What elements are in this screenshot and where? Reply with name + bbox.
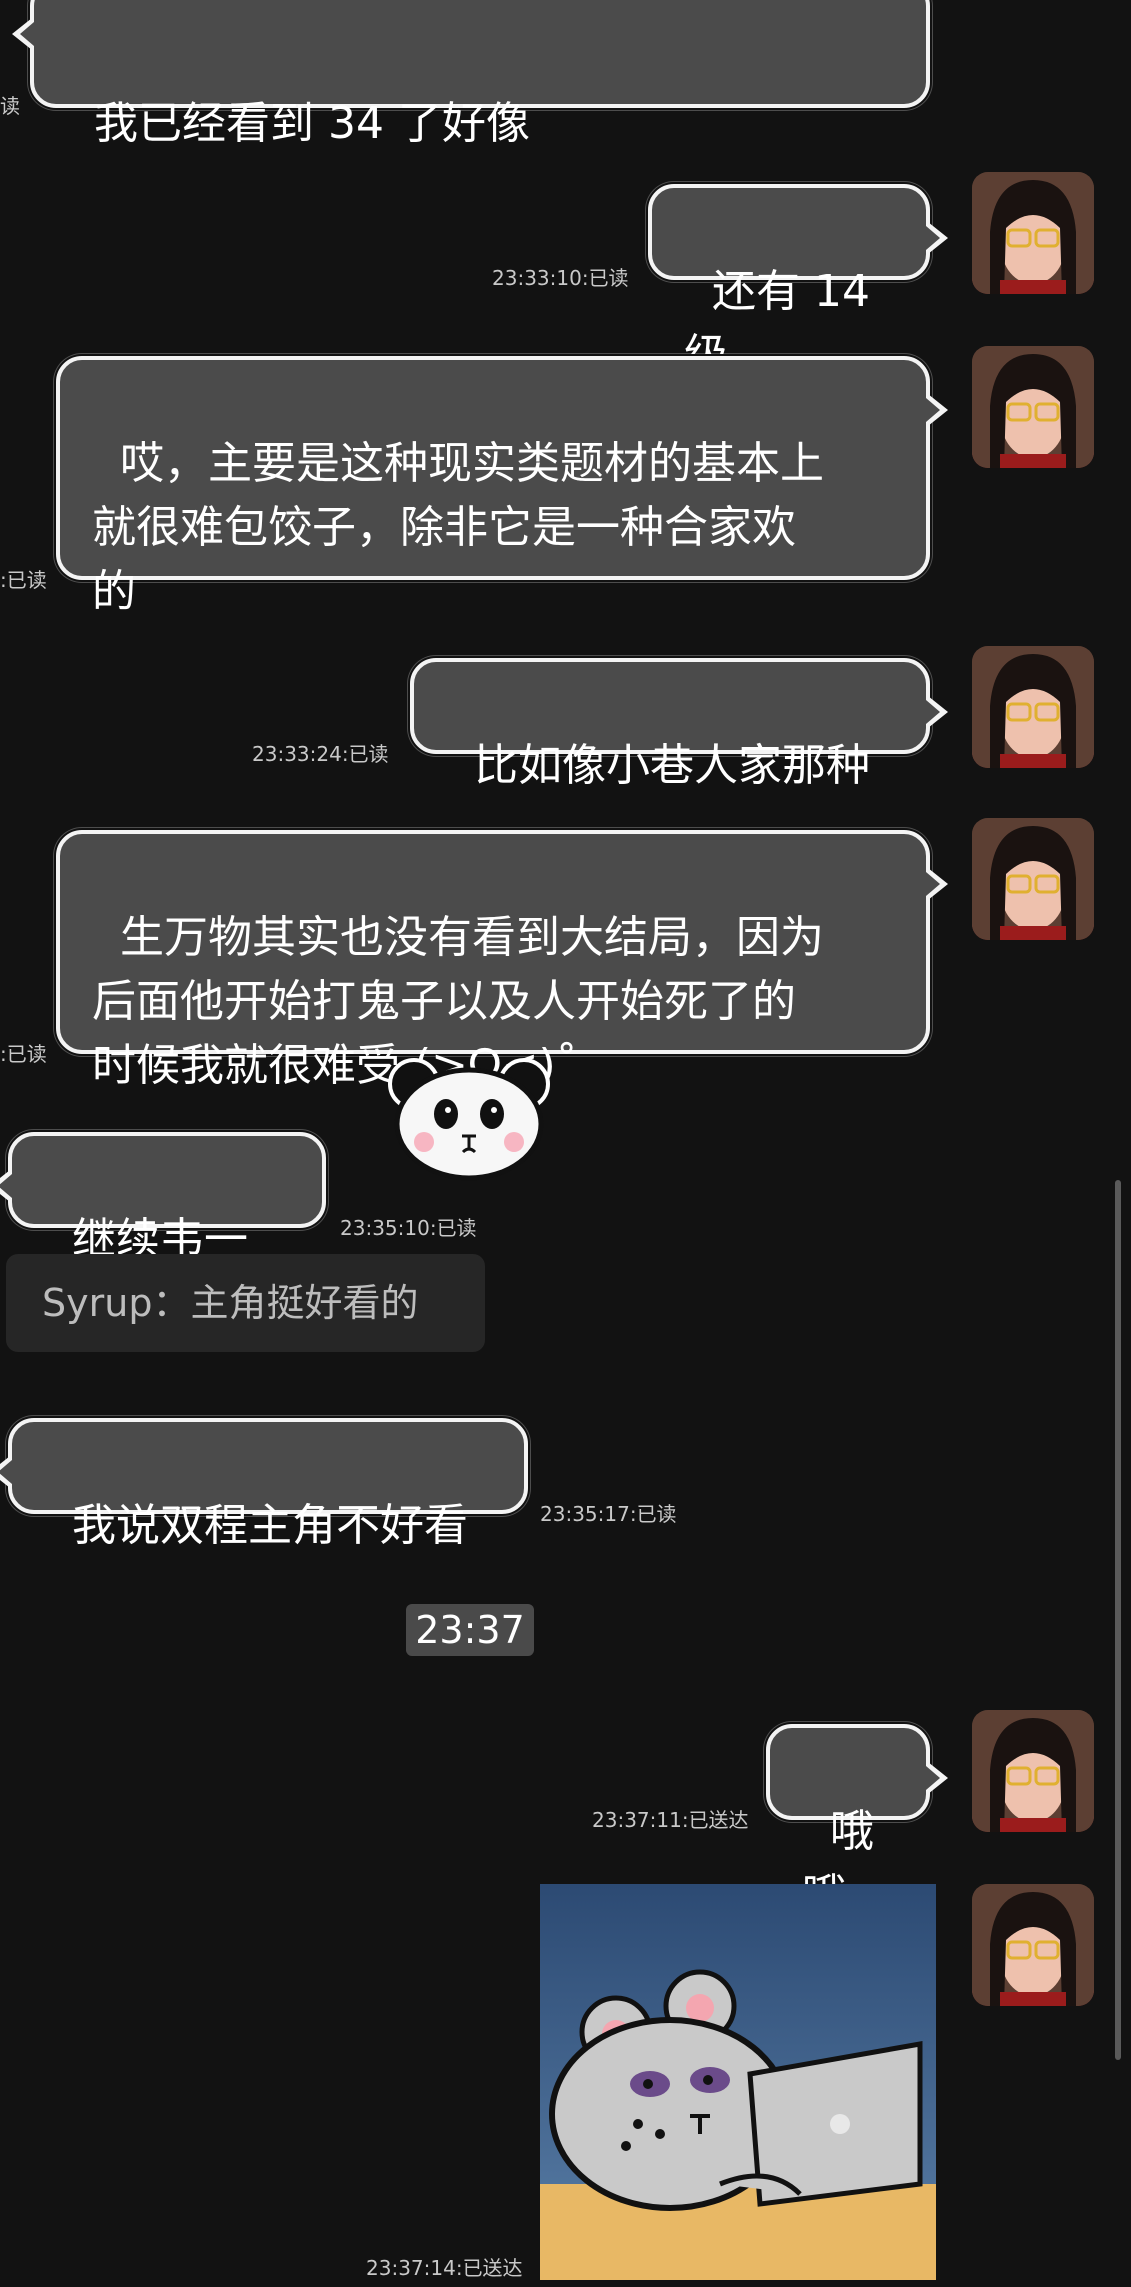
message-bubble[interactable]: 我说双程主角不好看 — [0, 1418, 528, 1551]
avatar-photo-icon — [972, 818, 1094, 940]
mouse-laptop-sticker-icon — [540, 1884, 936, 2280]
message-bubble[interactable]: 还有 14 级 — [648, 184, 948, 381]
image-message[interactable] — [540, 1884, 936, 2280]
scrollbar[interactable] — [1115, 1180, 1121, 2060]
avatar-photo-icon — [972, 346, 1094, 468]
avatar-photo-icon — [972, 1710, 1094, 1832]
avatar-photo-icon — [972, 646, 1094, 768]
message-text: 我说双程主角不好看 — [71, 1500, 468, 1551]
message-timestamp: 23:35:10:已读 — [340, 1216, 477, 1240]
quoted-message[interactable]: Syrup：主角挺好看的 — [6, 1254, 485, 1352]
read-status: 读 — [0, 94, 20, 118]
message-timestamp: 23:33:24:已读 — [252, 742, 389, 766]
panda-sticker-icon — [384, 1052, 554, 1182]
message-text: 哎，主要是这种现实类题材的基本上 就很难包饺子，除非它是一种合家欢 的 — [92, 438, 824, 617]
message-timestamp: 23:35:17:已读 — [540, 1502, 677, 1526]
avatar[interactable] — [972, 1710, 1094, 1832]
read-status: :已读 — [0, 568, 47, 592]
message-bubble[interactable]: 哎，主要是这种现实类题材的基本上 就很难包饺子，除非它是一种合家欢 的 — [56, 356, 948, 617]
message-bubble[interactable]: 比如像小巷人家那种 — [410, 658, 948, 791]
message-timestamp: 23:37:14:已送达 — [366, 2256, 523, 2280]
avatar[interactable] — [972, 172, 1094, 294]
avatar-photo-icon — [972, 172, 1094, 294]
message-text: 我已经看到 34 了好像 — [93, 98, 530, 149]
message-timestamp: 23:37:11:已送达 — [592, 1808, 749, 1832]
message-bubble[interactable]: 生万物其实也没有看到大结局，因为 后面他开始打鬼子以及人开始死了的 时候我就很难… — [56, 830, 948, 1091]
avatar[interactable] — [972, 346, 1094, 468]
quoted-message-text: Syrup：主角挺好看的 — [42, 1281, 419, 1325]
time-divider: 23:37 — [406, 1604, 534, 1656]
avatar[interactable] — [972, 1884, 1094, 2006]
message-bubble[interactable]: 哦哦 — [766, 1724, 948, 1921]
read-status: :已读 — [0, 1042, 47, 1066]
avatar[interactable] — [972, 646, 1094, 768]
message-bubble[interactable]: 继续韦一敏 — [0, 1132, 326, 1329]
message-timestamp: 23:33:10:已读 — [492, 266, 629, 290]
message-text: 比如像小巷人家那种 — [473, 740, 870, 791]
avatar-photo-icon — [972, 1884, 1094, 2006]
message-bubble[interactable]: 我已经看到 34 了好像 — [12, 0, 930, 149]
avatar[interactable] — [972, 818, 1094, 940]
